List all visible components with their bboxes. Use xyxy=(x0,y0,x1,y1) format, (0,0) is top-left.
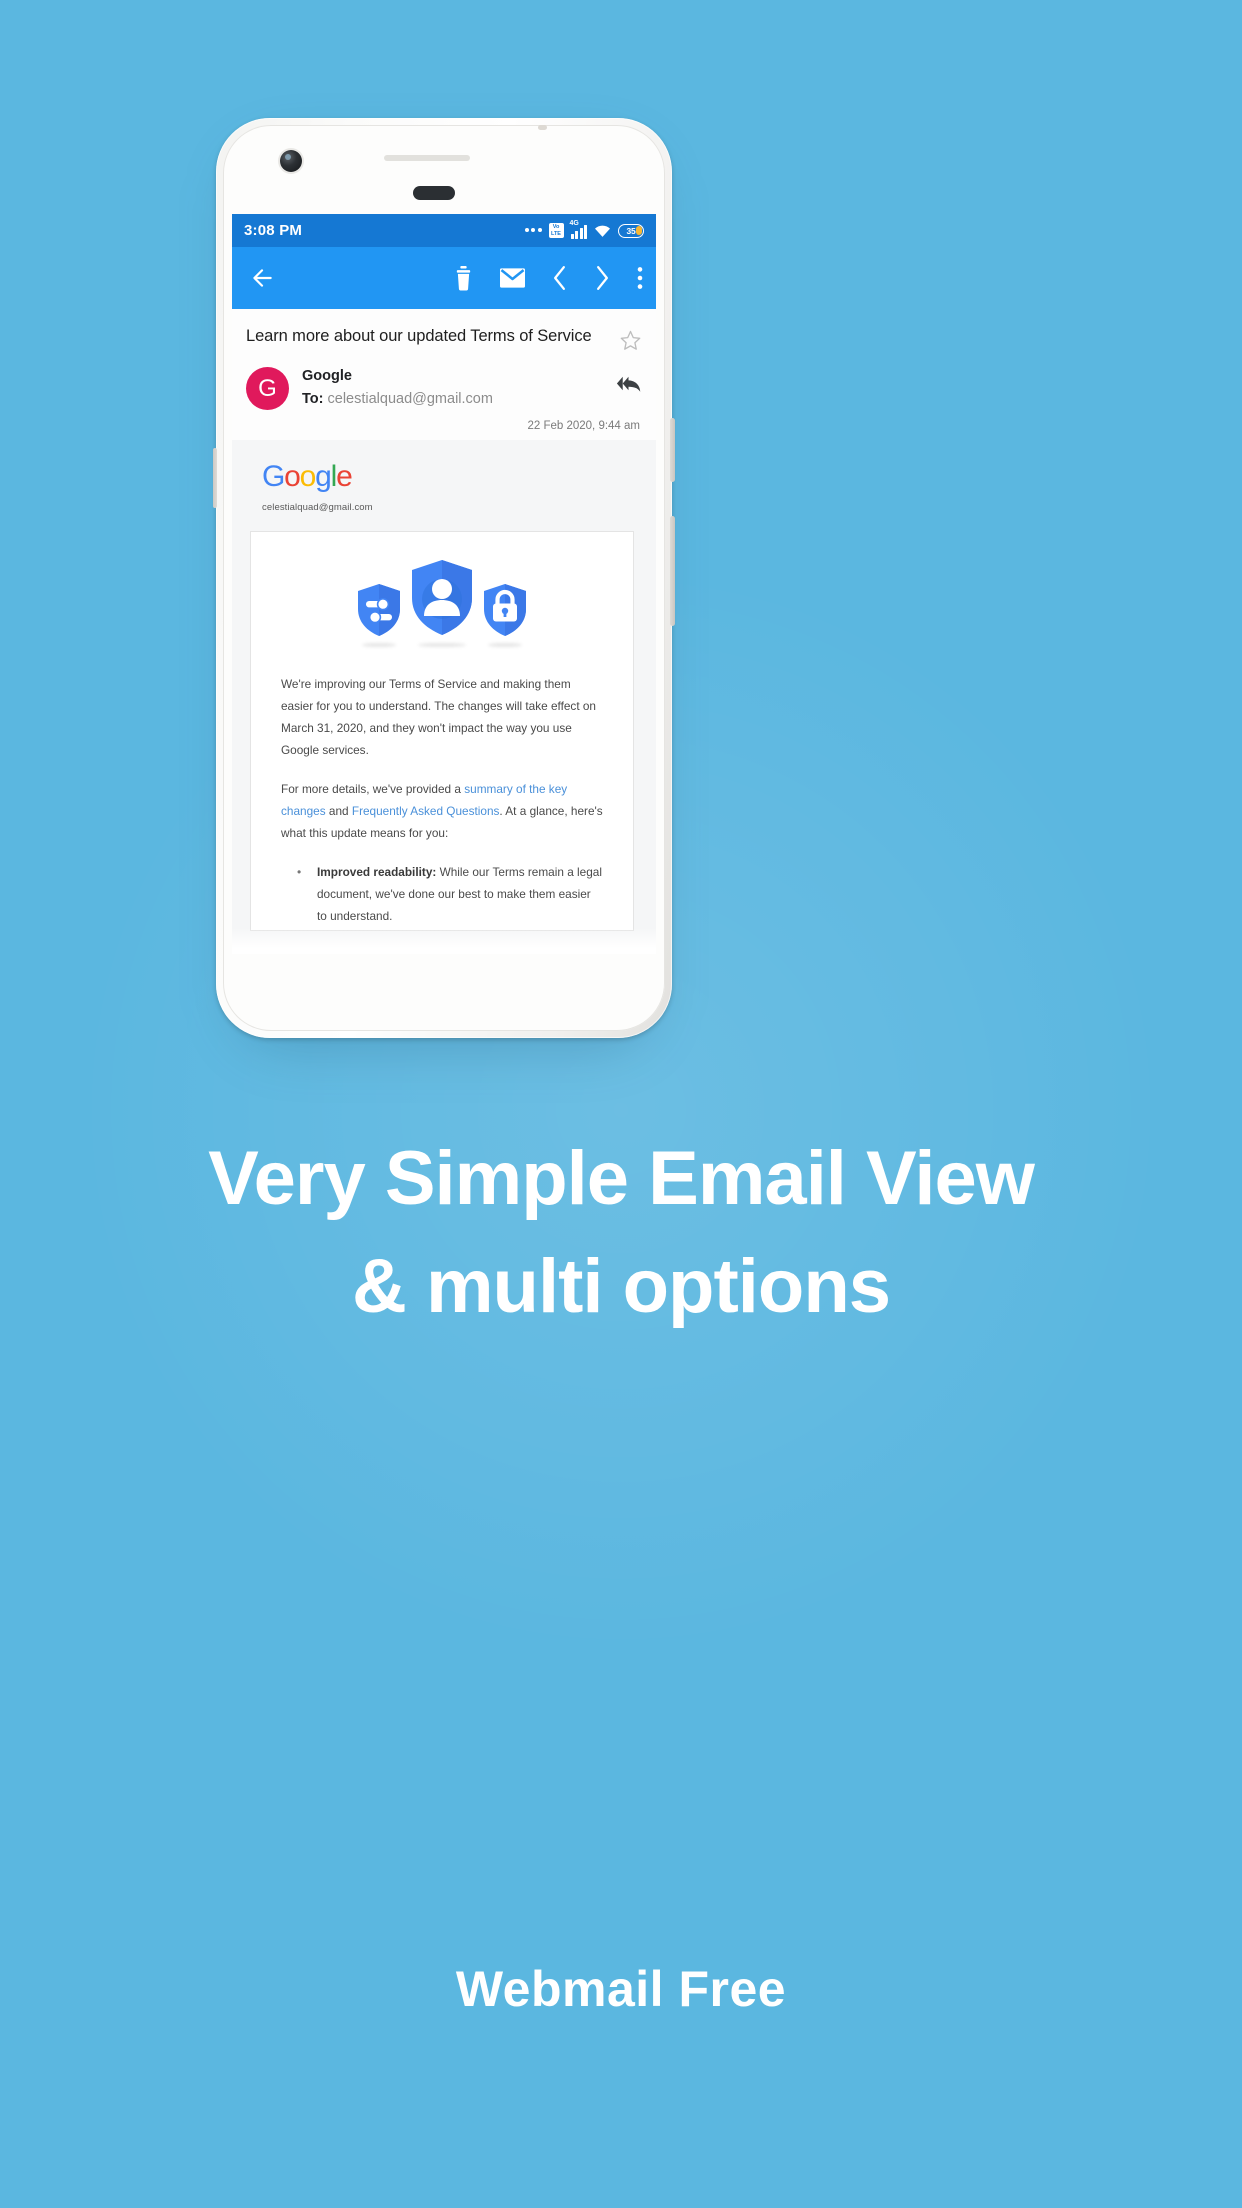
back-button[interactable] xyxy=(245,261,279,295)
reply-all-icon[interactable] xyxy=(615,373,642,395)
more-options-button[interactable] xyxy=(637,266,643,290)
brand-area: Google celestialquad@gmail.com xyxy=(232,454,656,523)
email-content-card: We're improving our Terms of Service and… xyxy=(250,531,634,931)
front-camera-icon xyxy=(280,150,302,172)
app-toolbar xyxy=(232,247,656,309)
email-subject: Learn more about our updated Terms of Se… xyxy=(246,327,592,345)
status-bar: 3:08 PM Vo LTE 4G 35 xyxy=(232,214,656,247)
to-address: celestialquad@gmail.com xyxy=(327,391,493,407)
star-icon[interactable] xyxy=(619,329,642,352)
to-label: To: xyxy=(302,391,324,407)
volte-icon: Vo LTE xyxy=(548,223,564,238)
account-email: celestialquad@gmail.com xyxy=(262,502,373,513)
volume-button[interactable] xyxy=(670,516,675,626)
next-button[interactable] xyxy=(594,265,611,291)
recipient-line: To: celestialquad@gmail.com xyxy=(302,391,615,407)
app-name-label: Webmail Free xyxy=(455,1961,787,2017)
battery-percent: 35 xyxy=(626,225,636,236)
bullet-title: Improved readability: xyxy=(317,865,437,879)
battery-icon: 35 xyxy=(618,223,644,238)
paragraph-2-mid: and xyxy=(325,804,352,818)
phone-device: 3:08 PM Vo LTE 4G 35 Learn more about ou… xyxy=(213,118,675,1048)
headline: Very Simple Email View & multi options xyxy=(0,1125,1242,1341)
left-side-button[interactable] xyxy=(213,448,217,508)
bullet-dot-icon: • xyxy=(297,865,302,879)
mail-header: Learn more about our updated Terms of Se… xyxy=(232,309,656,440)
email-paragraphs: We're improving our Terms of Service and… xyxy=(251,657,633,844)
sender-name: Google xyxy=(302,368,352,384)
bullet-content: Improved readability: While our Terms re… xyxy=(317,861,603,927)
power-button[interactable] xyxy=(670,418,675,482)
headline-line-2: & multi options xyxy=(351,1244,891,1329)
status-time: 3:08 PM xyxy=(244,222,303,239)
paragraph-1: We're improving our Terms of Service and… xyxy=(281,677,596,757)
more-dots-icon xyxy=(524,227,542,232)
mail-body: Google celestialquad@gmail.com We're imp… xyxy=(232,440,656,954)
previous-button[interactable] xyxy=(551,265,568,291)
avatar: G xyxy=(246,367,289,410)
delete-button[interactable] xyxy=(453,265,474,291)
shield-lock-icon xyxy=(482,582,528,647)
earpiece-speaker xyxy=(413,186,455,200)
phone-body: 3:08 PM Vo LTE 4G 35 Learn more about ou… xyxy=(213,118,675,1038)
phone-screen: 3:08 PM Vo LTE 4G 35 Learn more about ou… xyxy=(232,214,656,954)
sender-info: Google To: celestialquad@gmail.com xyxy=(302,367,615,407)
bullet-list: • Improved readability: While our Terms … xyxy=(251,861,633,927)
signal-bars-icon: 4G xyxy=(569,220,587,239)
sender-row: G Google To: celestialquad@gmail.com xyxy=(246,367,642,410)
top-sensor-dot xyxy=(538,125,547,130)
shield-settings-icon xyxy=(356,582,402,647)
paragraph-2-pre: For more details, we've provided a xyxy=(281,782,465,796)
list-item: • Improved readability: While our Terms … xyxy=(297,861,603,927)
subject-row: Learn more about our updated Terms of Se… xyxy=(246,325,642,352)
google-logo: Google xyxy=(262,460,353,493)
status-icons: Vo LTE 4G 35 xyxy=(524,220,644,239)
email-date: 22 Feb 2020, 9:44 am xyxy=(527,420,640,432)
network-type-label: 4G xyxy=(569,220,579,227)
paragraph-2: For more details, we've provided a summa… xyxy=(281,778,603,844)
shield-person-icon xyxy=(409,558,475,647)
headline-line-1: Very Simple Email View xyxy=(208,1136,1035,1221)
mark-unread-button[interactable] xyxy=(500,268,525,288)
hero-illustration xyxy=(251,558,633,657)
top-speaker-slit xyxy=(384,155,470,161)
link-faq[interactable]: Frequently Asked Questions xyxy=(352,804,500,818)
wifi-icon xyxy=(595,225,610,237)
